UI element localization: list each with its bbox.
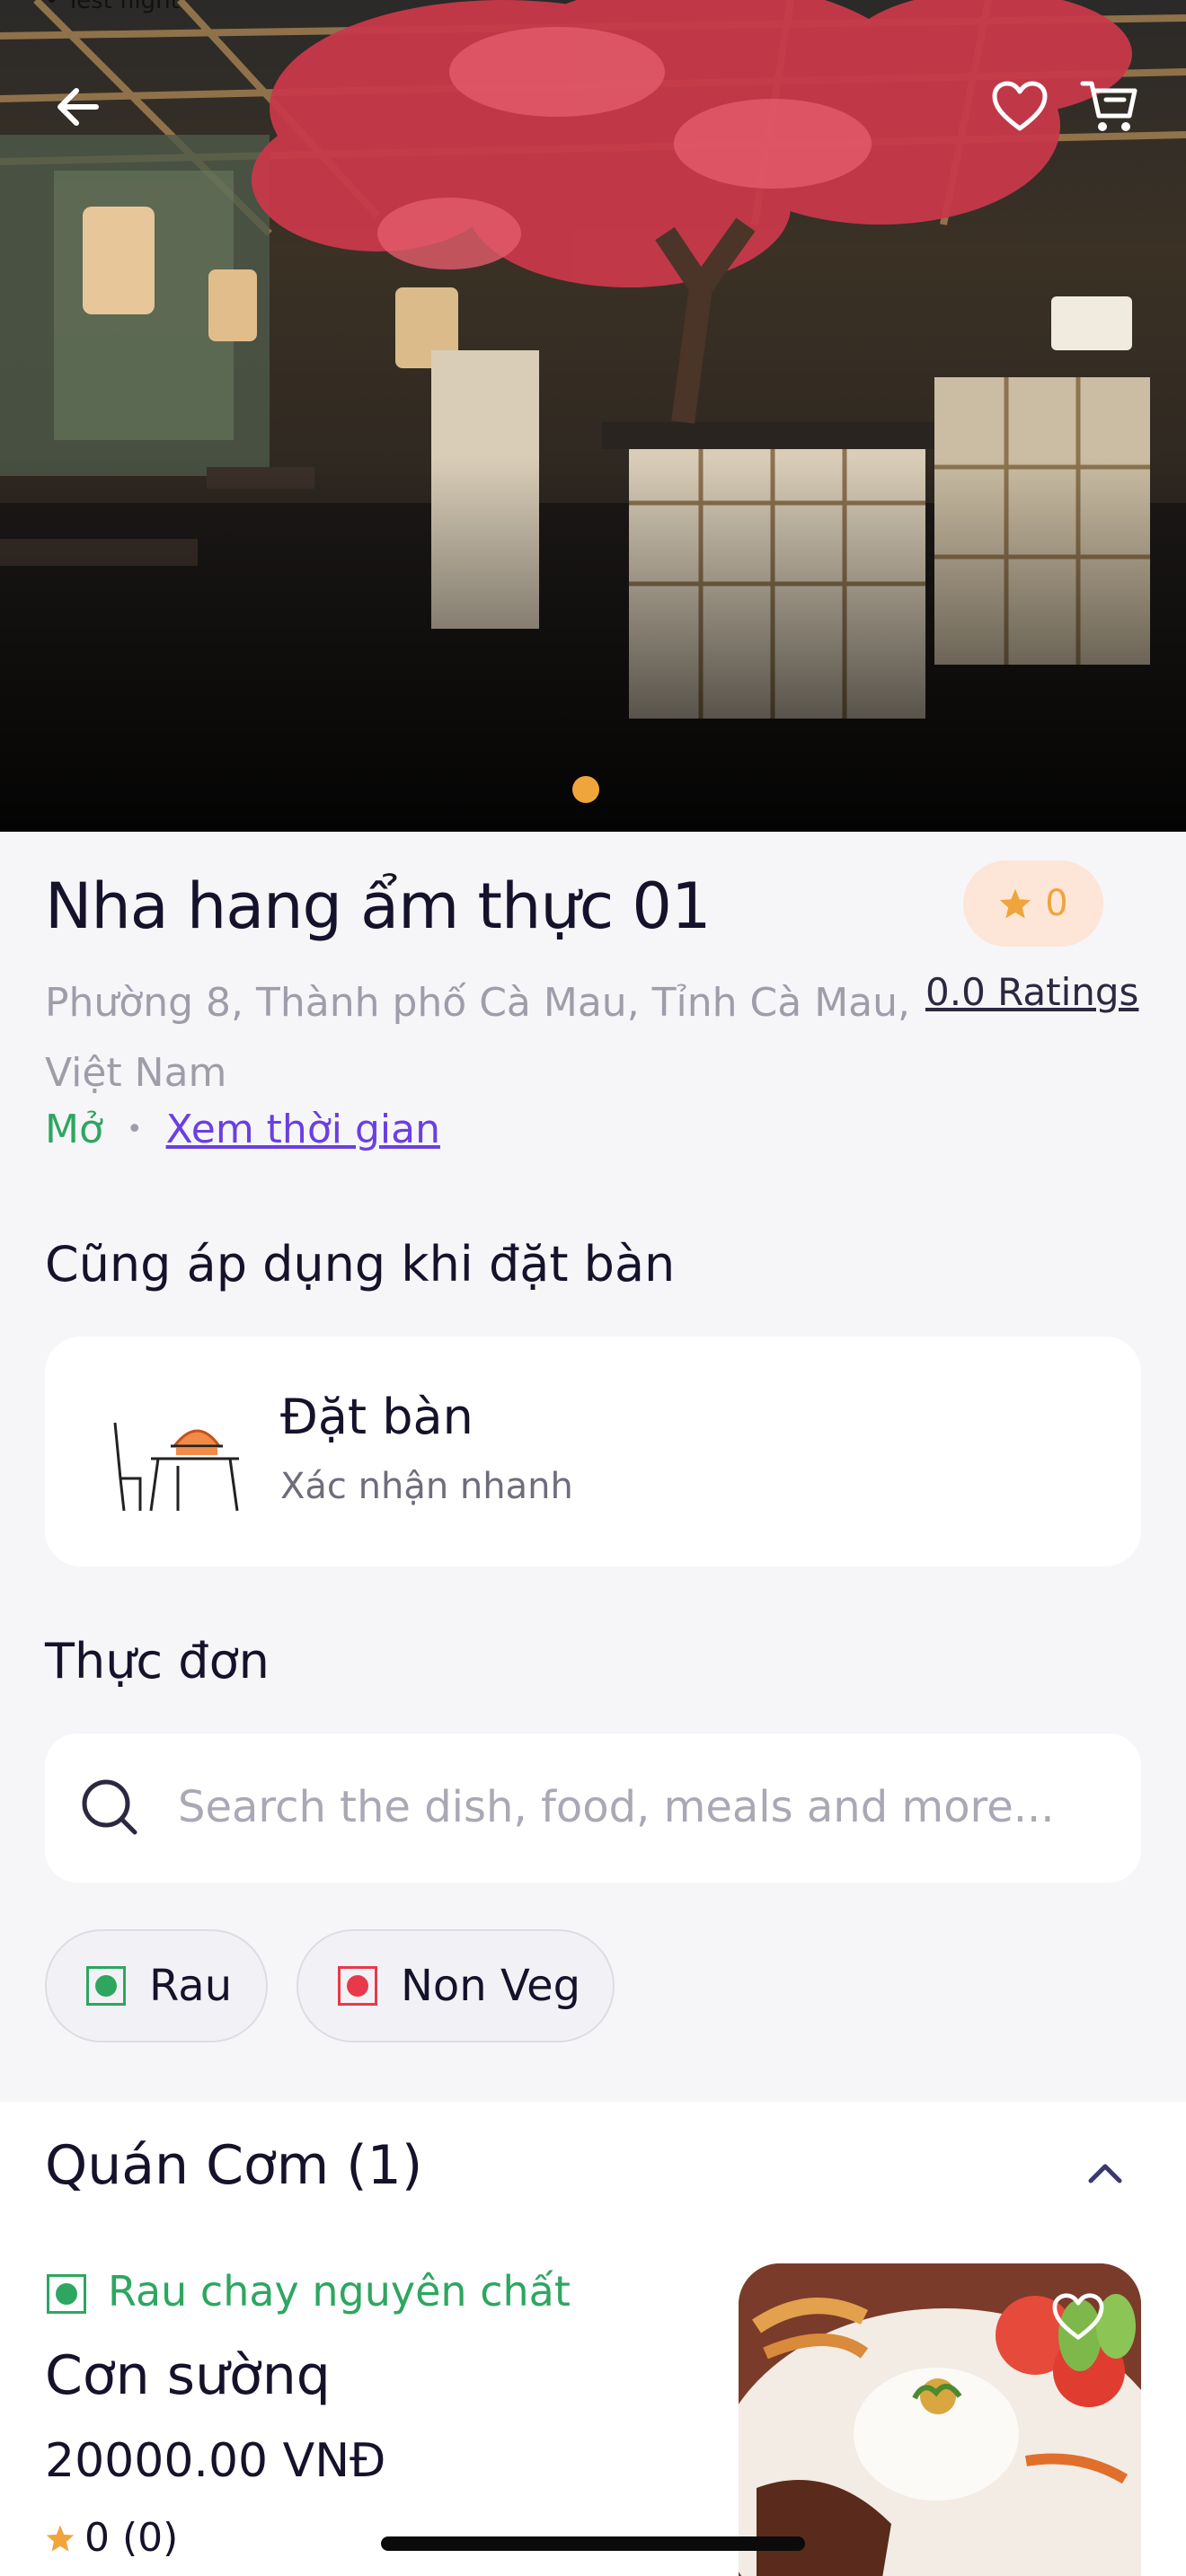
dish-rating: 0 (0) bbox=[45, 2515, 178, 2561]
nonveg-symbol-icon bbox=[338, 1966, 377, 2006]
booking-subtitle: Xác nhận nhanh bbox=[280, 1466, 573, 1507]
back-button[interactable] bbox=[38, 66, 119, 147]
dish-name[interactable]: Cơn sườnq bbox=[45, 2344, 331, 2407]
favorite-button[interactable] bbox=[979, 66, 1060, 147]
search-input[interactable]: Search the dish, food, meals and more... bbox=[178, 1782, 1055, 1832]
restaurant-name: Nha hang ẩm thực 01 bbox=[45, 869, 712, 943]
rating-value: 0 bbox=[1045, 883, 1068, 924]
search-icon bbox=[82, 1779, 137, 1835]
booking-section-heading: Cũng áp dụng khi đặt bàn bbox=[45, 1236, 676, 1292]
dish-price: 20000.00 VNĐ bbox=[45, 2434, 386, 2488]
star-icon bbox=[1000, 888, 1031, 919]
menu-category-panel: Quán Cơm (1) Rau chay nguyên chất Cơn sư… bbox=[0, 2102, 1186, 2576]
restaurant-address: Phường 8, Thành phố Cà Mau, Tỉnh Cà Mau,… bbox=[45, 980, 910, 1096]
rating-badge: 0 bbox=[963, 860, 1103, 947]
shopping-cart-icon bbox=[1080, 81, 1137, 131]
ratings-link[interactable]: 0.0 Ratings bbox=[925, 970, 1138, 1014]
star-icon bbox=[46, 2524, 75, 2552]
booking-title: Đặt bàn bbox=[280, 1389, 474, 1445]
open-status: Mở bbox=[45, 1107, 103, 1152]
view-hours-link[interactable]: Xem thời gian bbox=[166, 1107, 440, 1152]
filter-chip-nonveg[interactable]: Non Veg bbox=[296, 1929, 615, 2042]
table-booking-icon bbox=[113, 1422, 239, 1512]
home-indicator[interactable] bbox=[381, 2536, 805, 2551]
filter-label-veg: Rau bbox=[149, 1961, 233, 2011]
separator-dot: • bbox=[126, 1114, 143, 1145]
cart-button[interactable] bbox=[1069, 66, 1150, 147]
dish-rating-value: 0 (0) bbox=[84, 2515, 179, 2561]
dish-favorite-icon[interactable] bbox=[1051, 2292, 1105, 2342]
arrow-left-icon bbox=[58, 88, 99, 126]
chevron-up-icon[interactable] bbox=[1087, 2161, 1123, 2184]
filter-label-nonveg: Non Veg bbox=[401, 1961, 581, 2011]
restaurant-photo-carousel[interactable]: • Test flight bbox=[0, 0, 1186, 832]
status-bar-text: • Test flight bbox=[45, 0, 180, 14]
dish-diet-label: Rau chay nguyên chất bbox=[108, 2267, 571, 2316]
menu-category-title[interactable]: Quán Cơm (1) bbox=[45, 2134, 422, 2197]
menu-heading: Thực đơn bbox=[45, 1633, 270, 1689]
filter-chip-veg[interactable]: Rau bbox=[45, 1929, 268, 2042]
veg-symbol-icon bbox=[47, 2274, 86, 2314]
carousel-indicator-active[interactable] bbox=[572, 776, 599, 803]
opening-status-row: Mở • Xem thời gian bbox=[45, 1107, 440, 1152]
menu-search-bar[interactable]: Search the dish, food, meals and more... bbox=[45, 1734, 1141, 1883]
heart-outline-icon bbox=[992, 81, 1048, 131]
table-booking-card[interactable]: Đặt bàn Xác nhận nhanh bbox=[45, 1337, 1141, 1566]
veg-symbol-icon bbox=[86, 1966, 126, 2006]
